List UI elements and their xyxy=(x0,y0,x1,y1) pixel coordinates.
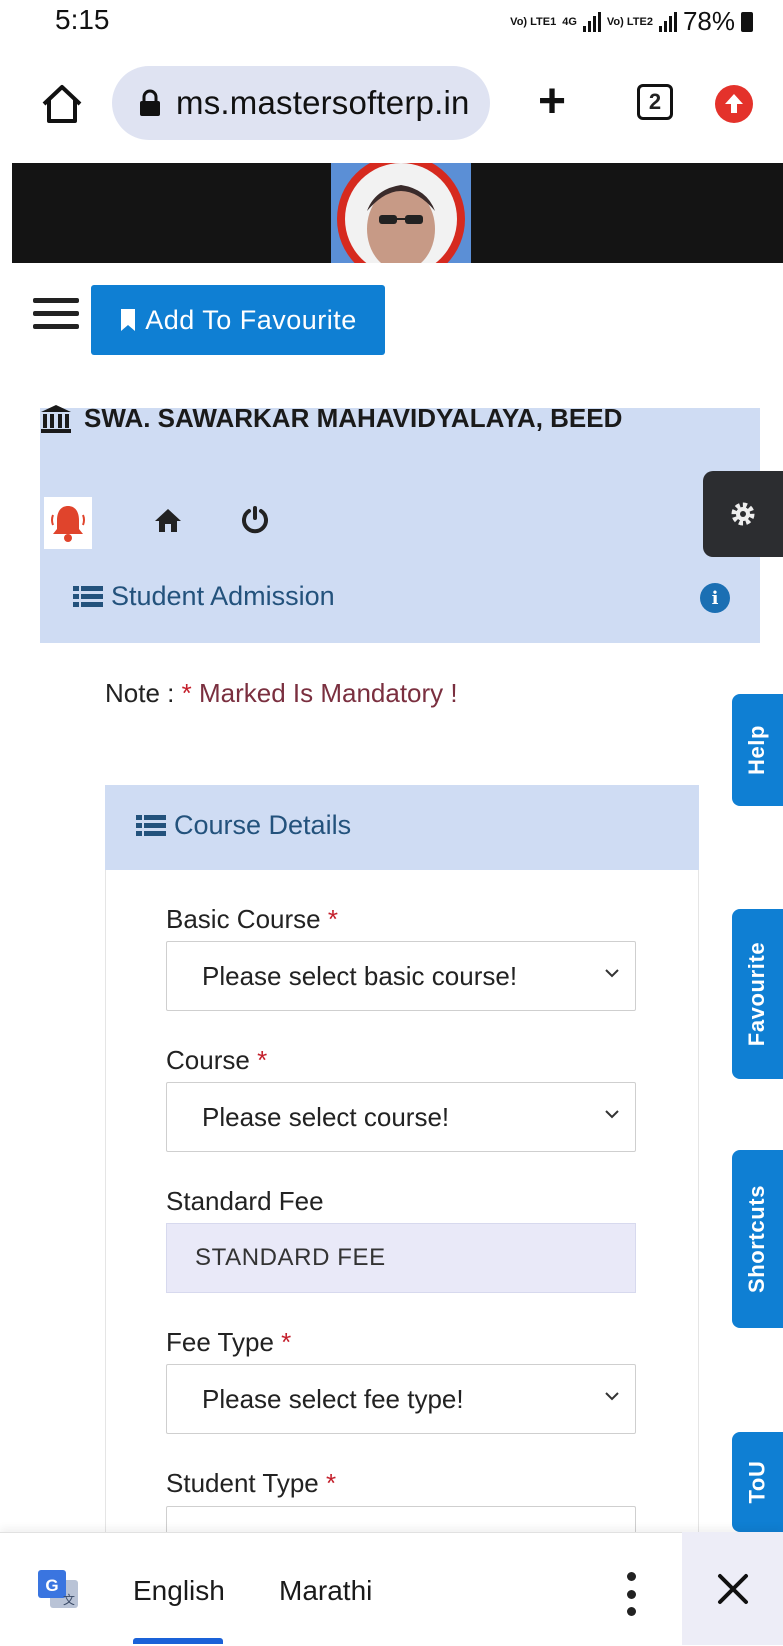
active-language-indicator xyxy=(133,1638,223,1644)
fee-type-value: Please select fee type! xyxy=(202,1383,464,1414)
menu-icon[interactable] xyxy=(33,298,79,330)
bookmark-icon xyxy=(121,309,136,331)
list-icon xyxy=(73,585,103,607)
svg-text:G: G xyxy=(45,1576,58,1595)
course-select[interactable]: Please select course! xyxy=(166,1082,636,1152)
help-tab-label: Help xyxy=(744,724,770,776)
course-details-title-label: Course Details xyxy=(174,810,352,840)
banner-portrait xyxy=(331,163,471,263)
battery-percent: 78% xyxy=(682,6,735,36)
section-title-label: Student Admission xyxy=(111,581,335,611)
network-label: 4G xyxy=(562,15,577,28)
shortcuts-tab[interactable]: Shortcuts xyxy=(732,1150,783,1328)
update-icon[interactable] xyxy=(715,85,753,123)
tou-tab[interactable]: ToU xyxy=(732,1432,783,1532)
section-title: Student Admission xyxy=(73,581,335,612)
language-english[interactable]: English xyxy=(133,1575,225,1607)
fee-type-label-text: Fee Type xyxy=(166,1327,274,1357)
course-label: Course * xyxy=(166,1045,267,1076)
tab-switcher-button[interactable]: 2 xyxy=(637,84,673,120)
note-prefix: Note : xyxy=(105,678,175,708)
note-star: * xyxy=(181,678,192,708)
settings-gear-icon[interactable] xyxy=(703,471,783,557)
favourite-tab[interactable]: Favourite xyxy=(732,909,783,1079)
svg-text:文: 文 xyxy=(63,1592,75,1607)
required-star: * xyxy=(257,1045,268,1075)
note-text: Marked Is Mandatory ! xyxy=(198,678,458,708)
close-translate-button[interactable] xyxy=(682,1532,783,1645)
info-icon[interactable]: i xyxy=(700,583,730,613)
power-icon[interactable] xyxy=(239,504,271,536)
lock-icon xyxy=(140,89,160,116)
fee-type-label: Fee Type * xyxy=(166,1327,291,1358)
basic-course-label: Basic Course * xyxy=(166,904,338,935)
home-icon[interactable] xyxy=(154,506,182,534)
favourite-tab-label: Favourite xyxy=(744,941,770,1047)
url-text: ms.mastersofterp.in xyxy=(176,84,470,121)
battery-icon xyxy=(741,11,753,32)
student-type-label: Student Type * xyxy=(166,1468,336,1499)
course-value: Please select course! xyxy=(202,1101,450,1132)
institution-icon xyxy=(41,404,71,433)
new-tab-button[interactable]: + xyxy=(538,78,566,126)
required-star: * xyxy=(325,1468,337,1498)
standard-fee-label-text: Standard Fee xyxy=(166,1186,324,1216)
fee-type-select[interactable]: Please select fee type! xyxy=(166,1364,636,1434)
college-name: SWA. SAWARKAR MAHAVIDYALAYA, BEED xyxy=(84,403,623,433)
translate-bar xyxy=(0,1532,783,1646)
chevron-down-icon xyxy=(605,1392,619,1401)
signal-icon-2 xyxy=(658,11,677,32)
add-to-favourite-label: Add To Favourite xyxy=(145,304,357,335)
basic-course-label-text: Basic Course xyxy=(166,904,321,934)
standard-fee-label: Standard Fee xyxy=(166,1186,324,1217)
signal-icon xyxy=(582,11,601,32)
required-star: * xyxy=(281,1327,292,1357)
chevron-down-icon xyxy=(605,969,619,978)
address-bar[interactable]: ms.mastersofterp.in xyxy=(112,66,490,140)
language-marathi[interactable]: Marathi xyxy=(279,1575,372,1607)
sim1-label: Vo) LTE1 xyxy=(510,15,557,28)
basic-course-select[interactable]: Please select basic course! xyxy=(166,941,636,1011)
status-indicators: Vo) LTE1 4G Vo) LTE2 78% xyxy=(510,6,753,37)
close-icon xyxy=(717,1573,748,1604)
course-details-title: Course Details xyxy=(136,810,351,841)
shortcuts-tab-label: Shortcuts xyxy=(744,1184,770,1294)
notification-bell-icon[interactable] xyxy=(44,497,92,549)
required-star: * xyxy=(327,904,338,934)
add-to-favourite-button[interactable]: Add To Favourite xyxy=(91,285,385,355)
list-icon xyxy=(136,814,166,836)
help-tab[interactable]: Help xyxy=(732,694,783,806)
google-translate-icon: G文 xyxy=(36,1568,80,1612)
status-time: 5:15 xyxy=(55,4,110,35)
college-header: SWA. SAWARKAR MAHAVIDYALAYA, BEED xyxy=(40,403,622,434)
chevron-down-icon xyxy=(605,1110,619,1119)
tou-tab-label: ToU xyxy=(744,1460,770,1504)
student-type-label-text: Student Type xyxy=(166,1468,319,1498)
basic-course-value: Please select basic course! xyxy=(202,960,518,991)
browser-home-icon[interactable] xyxy=(38,80,86,128)
sim2-label: Vo) LTE2 xyxy=(606,15,653,28)
mandatory-note: Note : * Marked Is Mandatory ! xyxy=(105,678,458,709)
standard-fee-field: STANDARD FEE xyxy=(166,1223,636,1293)
more-options-icon[interactable] xyxy=(624,1572,638,1616)
course-label-text: Course xyxy=(166,1045,250,1075)
